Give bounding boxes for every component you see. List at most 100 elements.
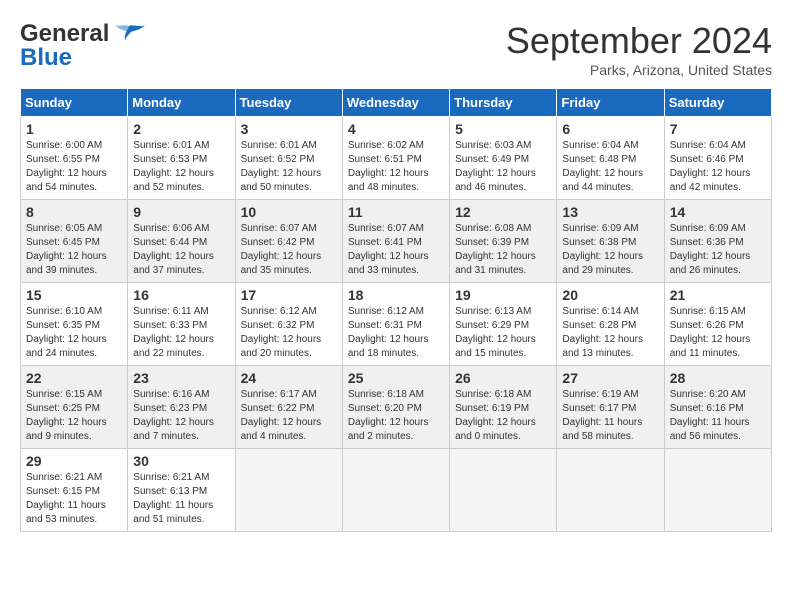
day-number: 2 [133, 121, 229, 137]
day-info: Sunrise: 6:08 AMSunset: 6:39 PMDaylight:… [455, 222, 551, 278]
day-number: 25 [348, 370, 444, 386]
table-row: 21Sunrise: 6:15 AMSunset: 6:26 PMDayligh… [664, 283, 771, 366]
table-row: 7 Sunrise: 6:04 AMSunset: 6:46 PMDaylight… [664, 117, 771, 200]
table-row [557, 449, 664, 532]
calendar-header-row: Sunday Monday Tuesday Wednesday Thursday… [21, 89, 772, 117]
calendar-week-row: 22 Sunrise: 6:15 AMSunset: 6:25 PMDayligh… [21, 366, 772, 449]
table-row: 10Sunrise: 6:07 AMSunset: 6:42 PMDayligh… [235, 200, 342, 283]
day-info: Sunrise: 6:10 AMSunset: 6:35 PMDaylight:… [26, 305, 122, 361]
day-number: 18 [348, 287, 444, 303]
day-number: 9 [133, 204, 229, 220]
col-friday: Friday [557, 89, 664, 117]
day-info: Sunrise: 6:13 AMSunset: 6:29 PMDaylight:… [455, 305, 551, 361]
day-number: 30 [133, 453, 229, 469]
day-number: 24 [241, 370, 337, 386]
table-row: 16 Sunrise: 6:11 AMSunset: 6:33 PMDayligh… [128, 283, 235, 366]
calendar-week-row: 1 Sunrise: 6:00 AMSunset: 6:55 PMDaylight… [21, 117, 772, 200]
day-number: 1 [26, 121, 122, 137]
table-row: 12 Sunrise: 6:08 AMSunset: 6:39 PMDayligh… [450, 200, 557, 283]
day-info: Sunrise: 6:18 AMSunset: 6:20 PMDaylight:… [348, 388, 444, 444]
day-info: Sunrise: 6:21 AMSunset: 6:13 PMDaylight:… [133, 471, 229, 527]
day-number: 14 [670, 204, 766, 220]
day-info: Sunrise: 6:18 AMSunset: 6:19 PMDaylight:… [455, 388, 551, 444]
table-row [342, 449, 449, 532]
table-row: 5 Sunrise: 6:03 AMSunset: 6:49 PMDaylight… [450, 117, 557, 200]
table-row: 11Sunrise: 6:07 AMSunset: 6:41 PMDayligh… [342, 200, 449, 283]
title-area: September 2024 Parks, Arizona, United St… [506, 20, 772, 78]
col-saturday: Saturday [664, 89, 771, 117]
day-info: Sunrise: 6:11 AMSunset: 6:33 PMDaylight:… [133, 305, 229, 361]
day-info: Sunrise: 6:14 AMSunset: 6:28 PMDaylight:… [562, 305, 658, 361]
day-number: 7 [670, 121, 766, 137]
day-info: Sunrise: 6:15 AMSunset: 6:25 PMDaylight:… [26, 388, 122, 444]
header: General Blue September 2024 Parks, Arizo… [20, 20, 772, 78]
day-number: 17 [241, 287, 337, 303]
table-row: 19 Sunrise: 6:13 AMSunset: 6:29 PMDayligh… [450, 283, 557, 366]
day-info: Sunrise: 6:17 AMSunset: 6:22 PMDaylight:… [241, 388, 337, 444]
day-number: 3 [241, 121, 337, 137]
table-row [450, 449, 557, 532]
day-info: Sunrise: 6:09 AMSunset: 6:38 PMDaylight:… [562, 222, 658, 278]
table-row: 27 Sunrise: 6:19 AMSunset: 6:17 PMDayligh… [557, 366, 664, 449]
table-row: 3 Sunrise: 6:01 AMSunset: 6:52 PMDaylight… [235, 117, 342, 200]
day-info: Sunrise: 6:21 AMSunset: 6:15 PMDaylight:… [26, 471, 122, 527]
day-number: 16 [133, 287, 229, 303]
day-info: Sunrise: 6:20 AMSunset: 6:16 PMDaylight:… [670, 388, 766, 444]
day-number: 12 [455, 204, 551, 220]
table-row: 17Sunrise: 6:12 AMSunset: 6:32 PMDayligh… [235, 283, 342, 366]
calendar-week-row: 8Sunrise: 6:05 AMSunset: 6:45 PMDaylight… [21, 200, 772, 283]
day-number: 28 [670, 370, 766, 386]
col-thursday: Thursday [450, 89, 557, 117]
table-row: 30 Sunrise: 6:21 AMSunset: 6:13 PMDayligh… [128, 449, 235, 532]
table-row: 29 Sunrise: 6:21 AMSunset: 6:15 PMDayligh… [21, 449, 128, 532]
day-number: 5 [455, 121, 551, 137]
day-number: 21 [670, 287, 766, 303]
day-number: 27 [562, 370, 658, 386]
day-number: 29 [26, 453, 122, 469]
day-number: 13 [562, 204, 658, 220]
calendar-table: Sunday Monday Tuesday Wednesday Thursday… [20, 88, 772, 532]
day-number: 22 [26, 370, 122, 386]
table-row: 4Sunrise: 6:02 AMSunset: 6:51 PMDaylight… [342, 117, 449, 200]
day-info: Sunrise: 6:04 AMSunset: 6:48 PMDaylight:… [562, 139, 658, 195]
day-number: 8 [26, 204, 122, 220]
col-monday: Monday [128, 89, 235, 117]
day-number: 23 [133, 370, 229, 386]
table-row: 13 Sunrise: 6:09 AMSunset: 6:38 PMDayligh… [557, 200, 664, 283]
table-row [664, 449, 771, 532]
day-number: 6 [562, 121, 658, 137]
day-info: Sunrise: 6:06 AMSunset: 6:44 PMDaylight:… [133, 222, 229, 278]
table-row: 1 Sunrise: 6:00 AMSunset: 6:55 PMDaylight… [21, 117, 128, 200]
day-info: Sunrise: 6:00 AMSunset: 6:55 PMDaylight:… [26, 139, 122, 195]
col-tuesday: Tuesday [235, 89, 342, 117]
table-row: 24 Sunrise: 6:17 AMSunset: 6:22 PMDayligh… [235, 366, 342, 449]
day-info: Sunrise: 6:07 AMSunset: 6:42 PMDaylight:… [241, 222, 337, 278]
day-info: Sunrise: 6:09 AMSunset: 6:36 PMDaylight:… [670, 222, 766, 278]
calendar-week-row: 29 Sunrise: 6:21 AMSunset: 6:15 PMDayligh… [21, 449, 772, 532]
table-row: 2 Sunrise: 6:01 AMSunset: 6:53 PMDaylight… [128, 117, 235, 200]
day-info: Sunrise: 6:04 AMSunset: 6:46 PMDaylight:… [670, 139, 766, 195]
table-row: 20 Sunrise: 6:14 AMSunset: 6:28 PMDayligh… [557, 283, 664, 366]
day-info: Sunrise: 6:16 AMSunset: 6:23 PMDaylight:… [133, 388, 229, 444]
location-subtitle: Parks, Arizona, United States [506, 62, 772, 78]
logo-blue: Blue [20, 44, 72, 72]
table-row: 26 Sunrise: 6:18 AMSunset: 6:19 PMDayligh… [450, 366, 557, 449]
logo: General Blue [20, 20, 147, 72]
table-row: 25 Sunrise: 6:18 AMSunset: 6:20 PMDayligh… [342, 366, 449, 449]
day-number: 19 [455, 287, 551, 303]
day-info: Sunrise: 6:03 AMSunset: 6:49 PMDaylight:… [455, 139, 551, 195]
day-number: 15 [26, 287, 122, 303]
day-info: Sunrise: 6:19 AMSunset: 6:17 PMDaylight:… [562, 388, 658, 444]
day-info: Sunrise: 6:01 AMSunset: 6:53 PMDaylight:… [133, 139, 229, 195]
table-row [235, 449, 342, 532]
day-info: Sunrise: 6:12 AMSunset: 6:31 PMDaylight:… [348, 305, 444, 361]
calendar-week-row: 15 Sunrise: 6:10 AMSunset: 6:35 PMDayligh… [21, 283, 772, 366]
day-number: 20 [562, 287, 658, 303]
table-row: 15 Sunrise: 6:10 AMSunset: 6:35 PMDayligh… [21, 283, 128, 366]
day-number: 4 [348, 121, 444, 137]
table-row: 9 Sunrise: 6:06 AMSunset: 6:44 PMDaylight… [128, 200, 235, 283]
day-number: 11 [348, 204, 444, 220]
day-number: 26 [455, 370, 551, 386]
table-row: 22 Sunrise: 6:15 AMSunset: 6:25 PMDayligh… [21, 366, 128, 449]
day-info: Sunrise: 6:01 AMSunset: 6:52 PMDaylight:… [241, 139, 337, 195]
